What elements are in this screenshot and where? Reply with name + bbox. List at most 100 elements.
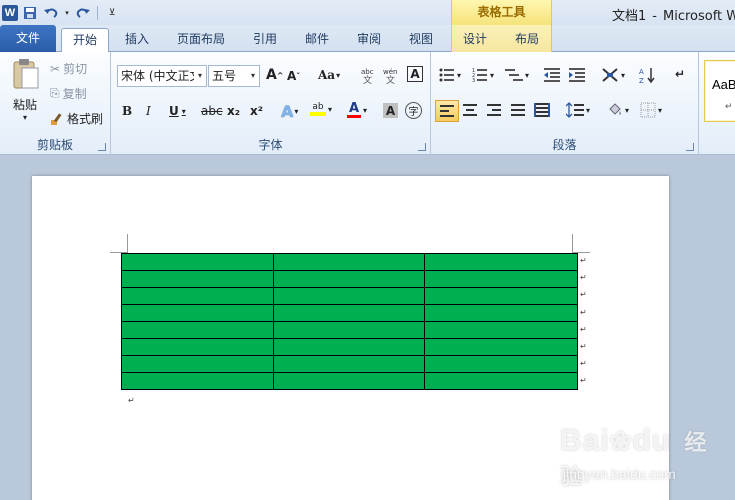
table-cell[interactable]: · bbox=[121, 372, 274, 390]
tab-file[interactable]: 文件 bbox=[0, 25, 56, 52]
table-cell[interactable]: · bbox=[121, 321, 274, 339]
table-cell[interactable]: · bbox=[272, 338, 426, 356]
table-cell[interactable]: · bbox=[121, 287, 274, 305]
word-app-icon[interactable]: W bbox=[2, 4, 18, 21]
shrink-font-button[interactable]: Aˇ bbox=[287, 69, 300, 83]
table-cell[interactable]: · bbox=[424, 321, 578, 339]
shading-dropdown-icon: ▾ bbox=[625, 105, 630, 115]
style-return-icon: ↵ bbox=[725, 101, 733, 111]
align-right-button[interactable] bbox=[487, 104, 501, 116]
tab-table-design[interactable]: 设计 bbox=[454, 28, 496, 52]
superscript-button[interactable]: x² bbox=[250, 104, 263, 118]
qat-separator bbox=[97, 5, 98, 20]
font-size-dropdown-icon[interactable]: ▾ bbox=[247, 66, 259, 86]
save-icon[interactable] bbox=[21, 4, 39, 22]
table-cell[interactable]: · bbox=[272, 287, 426, 305]
paragraph-mark-icon: ↵ bbox=[675, 67, 686, 81]
tab-home[interactable]: 开始 bbox=[61, 28, 109, 53]
tab-table-layout[interactable]: 布局 bbox=[506, 28, 548, 52]
copy-button[interactable]: ⎘ 复制 bbox=[50, 85, 87, 102]
line-spacing-button[interactable]: ▾ bbox=[566, 102, 590, 118]
paint-bucket-icon bbox=[607, 102, 623, 118]
undo-dropdown-icon[interactable]: ▾ bbox=[63, 4, 71, 22]
table-cell[interactable]: · bbox=[272, 253, 426, 271]
table-cell[interactable]: · bbox=[424, 355, 578, 373]
table-cell[interactable]: · bbox=[424, 270, 578, 288]
font-dialog-launcher-icon[interactable] bbox=[418, 143, 426, 151]
character-border-button[interactable]: A bbox=[407, 66, 423, 82]
tab-page-layout[interactable]: 页面布局 bbox=[170, 28, 232, 52]
sort-button[interactable]: AZ bbox=[639, 66, 657, 84]
font-name-combo[interactable]: 宋体 (中文正文 ▾ bbox=[117, 65, 207, 87]
table-cell[interactable]: · bbox=[424, 304, 578, 322]
character-shading-button[interactable]: A bbox=[383, 103, 398, 118]
tab-view[interactable]: 视图 bbox=[400, 28, 442, 52]
numbering-button[interactable]: 123 ▾ bbox=[472, 68, 494, 82]
svg-text:3: 3 bbox=[472, 78, 475, 82]
grow-font-button[interactable]: A ^ bbox=[266, 67, 284, 83]
table-cell[interactable]: · bbox=[424, 287, 578, 305]
subscript-button[interactable]: x₂ bbox=[227, 104, 240, 118]
document-table[interactable]: · · · · · · · · · · · · · · · · · · · · · · · · bbox=[121, 253, 578, 390]
underline-button[interactable]: U ▾ bbox=[169, 104, 186, 118]
multilevel-list-button[interactable]: ▾ bbox=[505, 68, 529, 82]
clipboard-dialog-launcher-icon[interactable] bbox=[98, 143, 106, 151]
table-cell[interactable]: · bbox=[272, 321, 426, 339]
font-color-button[interactable]: A ▾ bbox=[347, 102, 367, 118]
undo-icon[interactable] bbox=[42, 4, 60, 22]
table-cell[interactable]: · bbox=[121, 253, 274, 271]
table-cell[interactable]: · bbox=[272, 372, 426, 390]
paw-icon: ❀ bbox=[609, 426, 633, 456]
tab-references[interactable]: 引用 bbox=[244, 28, 286, 52]
cut-button[interactable]: ✂ 剪切 bbox=[50, 60, 87, 77]
italic-button[interactable]: I bbox=[146, 104, 151, 118]
sort-icon: AZ bbox=[639, 66, 657, 84]
styles-gallery-item-normal[interactable]: AaB ↵ bbox=[704, 60, 735, 122]
table-cell[interactable]: · bbox=[121, 338, 274, 356]
tab-review[interactable]: 审阅 bbox=[348, 28, 390, 52]
highlight-button[interactable]: ab ▾ bbox=[310, 102, 332, 116]
font-name-value: 宋体 (中文正文 bbox=[121, 69, 202, 83]
borders-button[interactable]: ▾ bbox=[640, 102, 662, 118]
font-size-combo[interactable]: 五号 ▾ bbox=[208, 65, 260, 87]
align-center-button[interactable] bbox=[463, 104, 477, 116]
multilevel-list-dropdown-icon: ▾ bbox=[525, 70, 530, 80]
align-left-button[interactable] bbox=[435, 100, 459, 122]
table-row: · · · bbox=[121, 372, 578, 390]
end-of-row-mark: ↵ bbox=[580, 376, 587, 386]
bold-button[interactable]: B bbox=[122, 104, 132, 118]
tab-mailings[interactable]: 邮件 bbox=[296, 28, 338, 52]
table-cell[interactable]: · bbox=[424, 253, 578, 271]
copy-icon: ⎘ bbox=[50, 86, 60, 100]
table-cell[interactable]: · bbox=[424, 372, 578, 390]
strikethrough-button[interactable]: abc bbox=[201, 104, 223, 118]
change-case-button[interactable]: Aa ▾ bbox=[318, 68, 340, 82]
phonetic-guide-button[interactable]: abc 文 bbox=[360, 66, 378, 84]
table-cell[interactable]: · bbox=[121, 304, 274, 322]
increase-indent-button[interactable] bbox=[569, 68, 585, 82]
paragraph-dialog-launcher-icon[interactable] bbox=[686, 143, 694, 151]
shading-button[interactable]: ▾ bbox=[607, 102, 629, 118]
table-cell[interactable]: · bbox=[272, 304, 426, 322]
chinese-layout-button[interactable]: ▾ bbox=[601, 67, 625, 83]
align-right-icon bbox=[487, 104, 501, 116]
decrease-indent-button[interactable] bbox=[544, 68, 560, 82]
bullets-button[interactable]: ▾ bbox=[439, 68, 461, 82]
clear-format-button[interactable]: wén 文 bbox=[382, 66, 400, 84]
paste-button[interactable]: 粘贴 ▾ bbox=[8, 58, 42, 128]
tab-insert[interactable]: 插入 bbox=[116, 28, 158, 52]
table-cell[interactable]: · bbox=[121, 270, 274, 288]
redo-icon[interactable] bbox=[74, 4, 92, 22]
enclose-characters-button[interactable]: 字 bbox=[405, 102, 422, 119]
format-painter-button[interactable]: 格式刷 bbox=[50, 110, 103, 127]
table-cell[interactable]: · bbox=[272, 270, 426, 288]
font-name-dropdown-icon[interactable]: ▾ bbox=[194, 66, 206, 86]
table-cell[interactable]: · bbox=[121, 355, 274, 373]
show-formatting-marks-button[interactable]: ↵ bbox=[675, 67, 685, 81]
justify-button[interactable] bbox=[511, 104, 525, 116]
table-cell[interactable]: · bbox=[424, 338, 578, 356]
distributed-button[interactable] bbox=[534, 103, 550, 117]
text-effects-button[interactable]: A ▾ bbox=[281, 102, 298, 121]
customize-qat-icon[interactable]: ⊻ bbox=[103, 4, 121, 22]
table-cell[interactable]: · bbox=[272, 355, 426, 373]
